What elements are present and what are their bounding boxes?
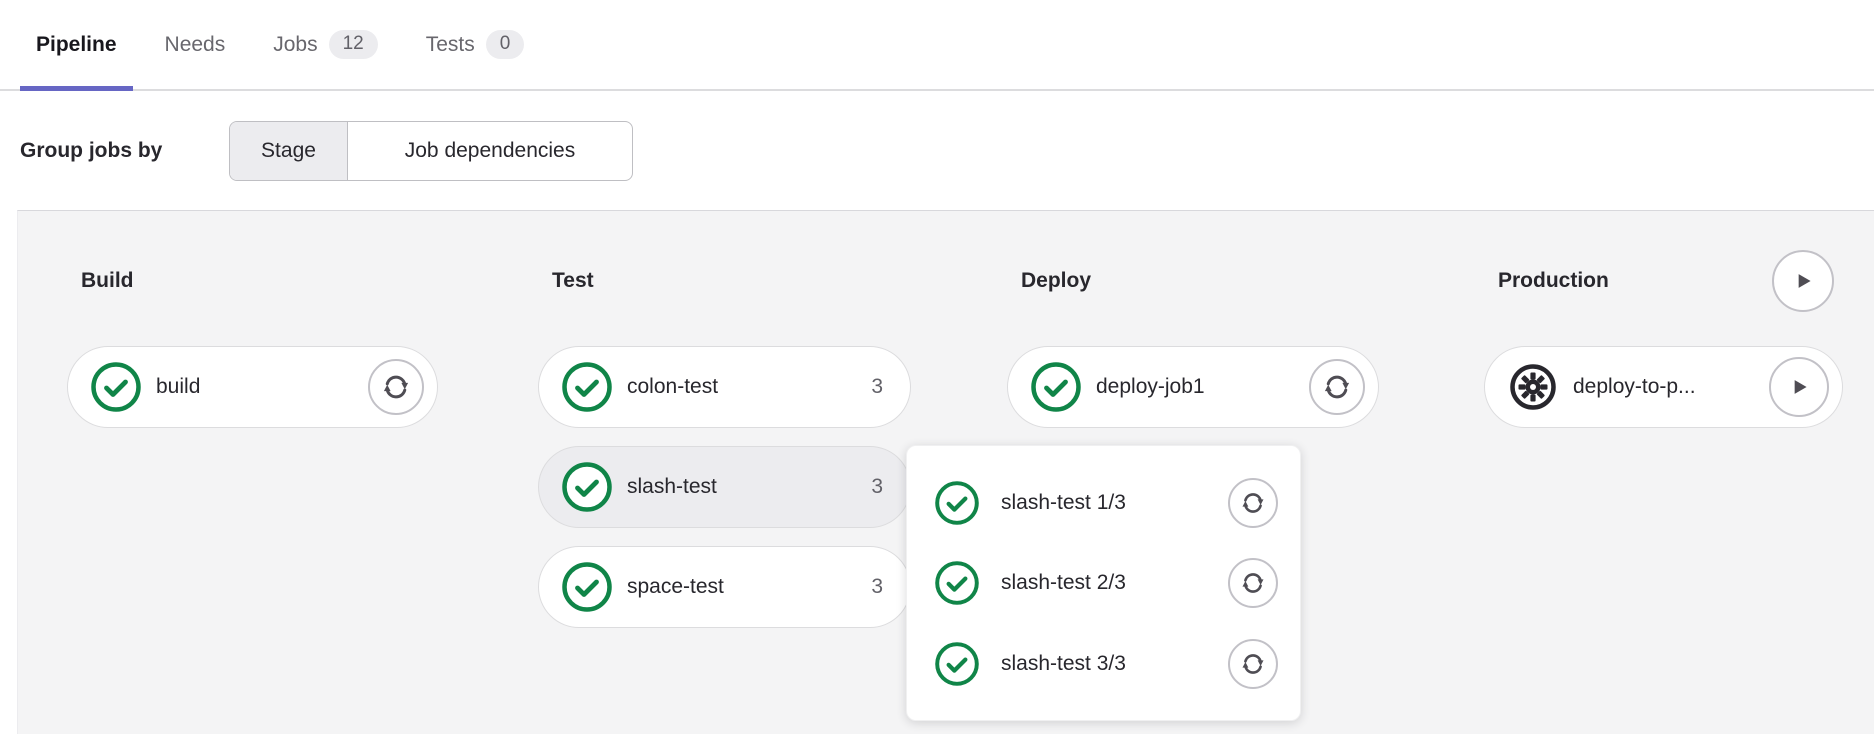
retry-icon (1322, 372, 1352, 402)
tab-needs[interactable]: Needs (149, 0, 242, 89)
tests-count-badge: 0 (486, 30, 525, 59)
tab-tests[interactable]: Tests 0 (410, 0, 541, 89)
job-name: deploy-job1 (1096, 375, 1205, 399)
retry-job-button[interactable] (1228, 558, 1278, 608)
retry-job-button[interactable] (1228, 639, 1278, 689)
stage-header-build: Build (67, 251, 438, 311)
stage-title: Test (552, 269, 594, 293)
tab-pipeline[interactable]: Pipeline (20, 0, 133, 89)
group-by-option-stage[interactable]: Stage (230, 122, 348, 180)
job-pill-colon-test[interactable]: colon-test 3 (538, 346, 911, 428)
stage-header-production: Production (1484, 251, 1843, 311)
stage-column-build: Build build (67, 251, 438, 428)
job-name: slash-test 1/3 (1001, 491, 1126, 515)
parallel-jobs-count: 3 (871, 575, 883, 599)
stage-column-test: Test colon-test 3 slash-test 3 space-tes… (538, 251, 911, 628)
job-name: build (156, 375, 200, 399)
stage-title: Production (1498, 269, 1609, 293)
job-pill-build[interactable]: build (67, 346, 438, 428)
retry-job-button[interactable] (368, 359, 424, 415)
stage-header-deploy: Deploy (1007, 251, 1379, 311)
dropdown-job-slash-test-1[interactable]: slash-test 1/3 (935, 464, 1278, 541)
play-icon (1786, 374, 1812, 400)
stage-title: Deploy (1021, 269, 1091, 293)
pipeline-graph: Build build Test colon-test 3 s (17, 210, 1874, 734)
retry-job-button[interactable] (1228, 478, 1278, 528)
stage-title: Build (81, 269, 134, 293)
parallel-jobs-count: 3 (871, 475, 883, 499)
tab-needs-label: Needs (165, 33, 226, 57)
play-icon (1790, 268, 1816, 294)
group-jobs-by-label: Group jobs by (20, 139, 162, 163)
tab-pipeline-label: Pipeline (36, 33, 117, 57)
job-pill-deploy-to-production[interactable]: deploy-to-p... (1484, 346, 1843, 428)
run-job-button[interactable] (1769, 357, 1829, 417)
tab-jobs-label: Jobs (273, 33, 317, 57)
status-success-icon (562, 562, 612, 612)
stage-header-test: Test (538, 251, 911, 311)
status-success-icon (562, 362, 612, 412)
job-name: space-test (627, 575, 724, 599)
status-success-icon (562, 462, 612, 512)
job-name: slash-test (627, 475, 717, 499)
dropdown-job-slash-test-2[interactable]: slash-test 2/3 (935, 545, 1278, 622)
dropdown-job-slash-test-3[interactable]: slash-test 3/3 (935, 625, 1278, 702)
stage-column-production: Production deploy-to-p... (1484, 251, 1843, 428)
group-jobs-by-row: Group jobs by Stage Job dependencies (20, 121, 162, 181)
jobs-count-badge: 12 (329, 30, 378, 59)
retry-icon (1240, 651, 1266, 677)
tab-tests-label: Tests (426, 33, 475, 57)
status-success-icon (935, 561, 979, 605)
status-success-icon (1031, 362, 1081, 412)
parallel-jobs-count: 3 (871, 375, 883, 399)
retry-job-button[interactable] (1309, 359, 1365, 415)
retry-icon (1240, 570, 1266, 596)
job-pill-space-test[interactable]: space-test 3 (538, 546, 911, 628)
status-manual-icon (1508, 362, 1558, 412)
retry-icon (1240, 490, 1266, 516)
status-success-icon (935, 481, 979, 525)
job-name: slash-test 3/3 (1001, 652, 1126, 676)
retry-icon (381, 372, 411, 402)
job-name: slash-test 2/3 (1001, 571, 1126, 595)
stage-column-deploy: Deploy deploy-job1 (1007, 251, 1379, 428)
tab-jobs[interactable]: Jobs 12 (257, 0, 394, 89)
group-by-segmented-control: Stage Job dependencies (229, 121, 633, 181)
job-name: deploy-to-p... (1573, 375, 1696, 399)
pipeline-tab-bar: Pipeline Needs Jobs 12 Tests 0 (0, 0, 1874, 91)
group-by-option-job-dependencies[interactable]: Job dependencies (348, 122, 632, 180)
job-pill-deploy-job1[interactable]: deploy-job1 (1007, 346, 1379, 428)
parallel-jobs-dropdown: slash-test 1/3 slash-test 2/3 slash-test… (906, 445, 1301, 721)
run-stage-button[interactable] (1772, 250, 1834, 312)
status-success-icon (91, 362, 141, 412)
job-name: colon-test (627, 375, 718, 399)
job-pill-slash-test[interactable]: slash-test 3 (538, 446, 911, 528)
status-success-icon (935, 642, 979, 686)
